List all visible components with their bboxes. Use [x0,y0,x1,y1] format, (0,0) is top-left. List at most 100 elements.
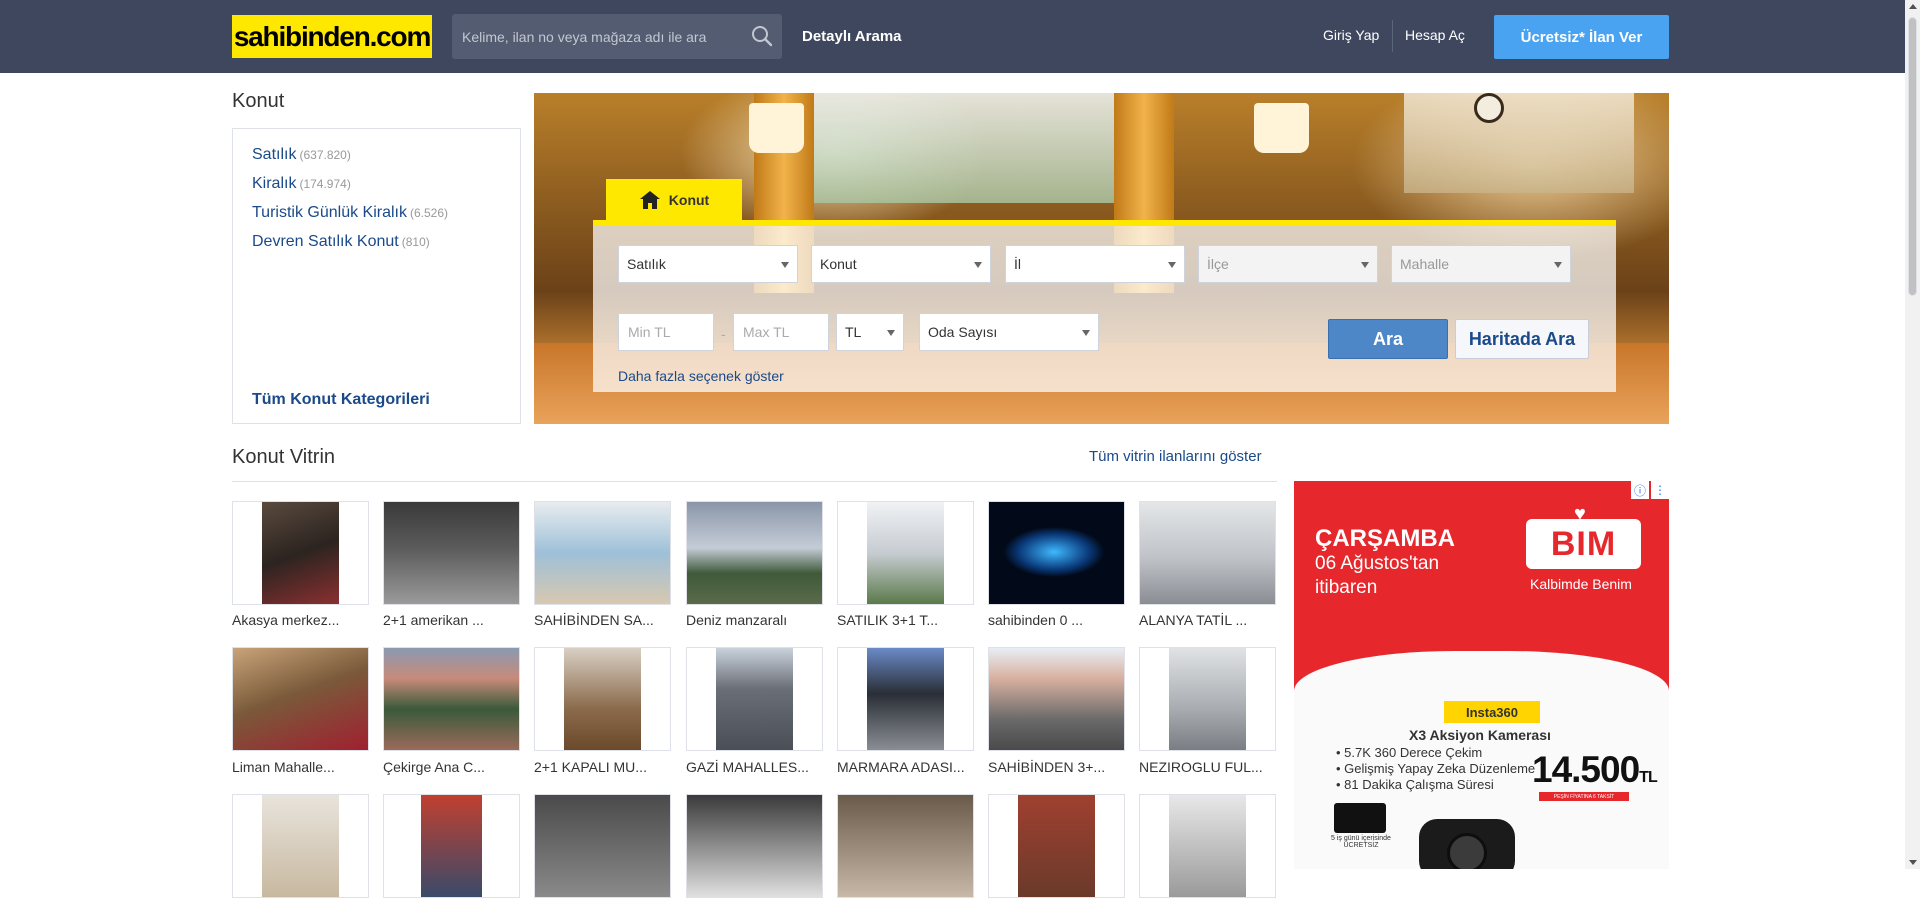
property-type-select[interactable]: Konut [811,245,991,283]
listing-photo [233,648,368,750]
listing-thumb[interactable] [383,794,520,898]
header-divider [1392,20,1393,52]
search-input[interactable] [462,14,732,59]
min-price-input[interactable]: Min TL [618,313,714,351]
hero-lamp [749,103,804,153]
search-panel: Satılık Konut İl İlçe Mahalle Min TL - M… [593,220,1616,392]
listing-thumb[interactable] [837,647,974,751]
category-item-kiralik[interactable]: Kiralık (174.974) [252,175,351,193]
listing-caption[interactable]: 2+1 KAPALI MU... [534,759,671,775]
listing-thumb[interactable] [988,647,1125,751]
listing-caption[interactable]: SAHİBİNDEN 3+... [988,759,1125,775]
neighborhood-select[interactable]: Mahalle [1391,245,1571,283]
listing-thumb[interactable] [1139,501,1276,605]
site-logo[interactable]: sahibinden.com [232,15,432,58]
listing-caption[interactable]: SAHİBİNDEN SA... [534,612,671,628]
listing-photo [421,795,482,897]
listing-photo [262,795,339,897]
listing-photo [1018,795,1095,897]
listing-thumb[interactable] [232,794,369,898]
listing-thumb[interactable] [988,501,1125,605]
scroll-up-icon[interactable] [1909,4,1917,9]
ad-banner[interactable]: ⓘ ⋮ ÇARŞAMBA 06 Ağustos'tan itibaren ♥ B… [1294,481,1669,869]
listing-thumb[interactable] [534,647,671,751]
chevron-down-icon [887,330,895,336]
camera-lens [1447,833,1487,869]
ad-feature: • Gelişmiş Yapay Zeka Düzenleme [1336,761,1536,776]
rooms-select[interactable]: Oda Sayısı [919,313,1099,351]
price-range-dash: - [721,326,726,342]
listing-caption[interactable]: MARMARA ADASI... [837,759,974,775]
listing-caption[interactable]: NEZIROGLU FUL... [1139,759,1276,775]
listing-type-select[interactable]: Satılık [618,245,798,283]
listing-photo [564,648,641,750]
listing-photo [989,648,1124,750]
listing-caption[interactable]: sahibinden 0 ... [988,612,1125,628]
listing-thumb[interactable] [383,647,520,751]
category-item-turistik[interactable]: Turistik Günlük Kiralık (6.526) [252,204,448,222]
currency-select[interactable]: TL [836,313,904,351]
ad-camera-image [1419,819,1515,869]
listing-thumb[interactable] [534,794,671,898]
listing-caption[interactable]: Deniz manzaralı [686,612,823,628]
category-title: Konut [232,90,285,112]
ad-product-name: X3 Aksiyon Kamerası [1409,727,1551,743]
scrollbar-thumb[interactable] [1908,17,1917,296]
listing-caption[interactable]: 2+1 amerikan ... [383,612,520,628]
category-item-devren[interactable]: Devren Satılık Konut (810) [252,233,430,251]
listing-thumb[interactable] [837,501,974,605]
login-link[interactable]: Giriş Yap [1323,27,1379,43]
listing-photo [989,502,1124,604]
listing-caption[interactable]: Çekirge Ana C... [383,759,520,775]
ad-brand-logo: BIM [1526,519,1641,569]
showcase-all-link[interactable]: Tüm vitrin ilanlarını göster [1089,448,1262,465]
ad-installment: PEŞİN FİYATINA 6 TAKSİT [1539,792,1629,801]
listing-photo [384,648,519,750]
page-scrollbar[interactable] [1905,0,1920,869]
register-link[interactable]: Hesap Aç [1405,27,1465,43]
listing-thumb[interactable] [837,794,974,898]
search-box [452,14,782,59]
all-categories-link[interactable]: Tüm Konut Kategorileri [252,391,430,409]
scroll-down-icon[interactable] [1909,860,1917,865]
map-search-button[interactable]: Haritada Ara [1455,319,1589,359]
listing-caption[interactable]: Liman Mahalle... [232,759,369,775]
ad-headline: ÇARŞAMBA [1315,525,1455,552]
listing-thumb[interactable] [686,794,823,898]
listing-thumb[interactable] [534,501,671,605]
listing-photo [535,795,670,897]
detailed-search-link[interactable]: Detaylı Arama [802,28,902,45]
listing-thumb[interactable] [686,501,823,605]
more-options-link[interactable]: Daha fazla seçenek göster [618,368,784,384]
showcase-divider [232,481,1277,482]
district-select[interactable]: İlçe [1198,245,1378,283]
chevron-down-icon [1554,262,1562,268]
chevron-down-icon [1361,262,1369,268]
ad-info-icon[interactable]: ⓘ [1631,481,1649,499]
listing-thumb[interactable] [232,647,369,751]
listing-caption[interactable]: SATILIK 3+1 T... [837,612,974,628]
listing-thumb[interactable] [1139,794,1276,898]
category-item-satilik[interactable]: Satılık (637.820) [252,146,351,164]
listing-caption[interactable]: Akasya merkez... [232,612,369,628]
search-button[interactable]: Ara [1328,319,1448,359]
listing-caption[interactable]: ALANYA TATİL ... [1139,612,1276,628]
listing-thumb[interactable] [686,647,823,751]
listing-photo [716,648,793,750]
post-ad-button[interactable]: Ücretsiz* İlan Ver [1494,15,1669,59]
city-select[interactable]: İl [1005,245,1185,283]
max-price-input[interactable]: Max TL [733,313,829,351]
showcase-title: Konut Vitrin [232,446,336,468]
chevron-down-icon [1168,262,1176,268]
ad-menu-icon[interactable]: ⋮ [1651,481,1669,499]
listing-thumb[interactable] [1139,647,1276,751]
listing-thumb[interactable] [383,501,520,605]
search-icon[interactable] [750,24,774,48]
listing-thumb[interactable] [988,794,1125,898]
listing-photo [1140,502,1275,604]
listing-thumb[interactable] [232,501,369,605]
listing-caption[interactable]: GAZİ MAHALLES... [686,759,823,775]
listing-photo [1169,648,1246,750]
chevron-down-icon [1082,330,1090,336]
tab-konut[interactable]: Konut [606,179,742,221]
